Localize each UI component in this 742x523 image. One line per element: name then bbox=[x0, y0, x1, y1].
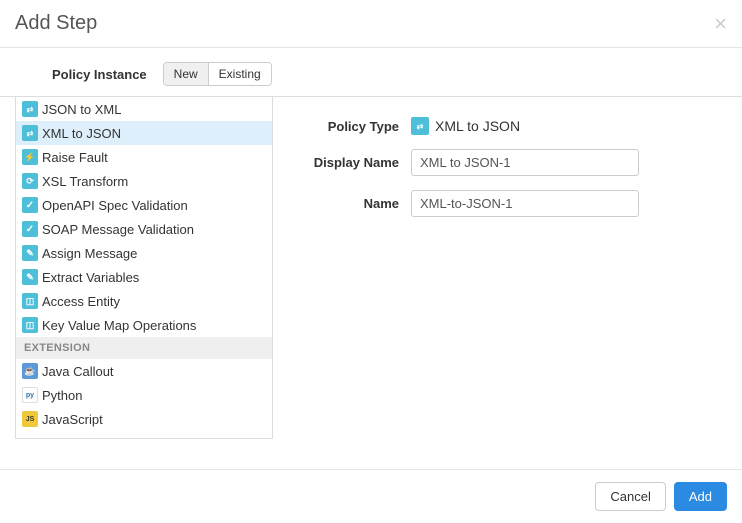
policy-item[interactable]: Raise Fault bbox=[16, 145, 272, 169]
check-icon bbox=[22, 197, 38, 213]
js-icon bbox=[22, 411, 38, 427]
swap-icon bbox=[22, 101, 38, 117]
policy-item-label: JSON to XML bbox=[42, 102, 121, 117]
policy-item[interactable]: JSON to XML bbox=[16, 97, 272, 121]
name-input[interactable] bbox=[411, 190, 639, 217]
policy-item-label: XSL Transform bbox=[42, 174, 128, 189]
close-icon[interactable]: × bbox=[714, 13, 727, 35]
policy-item-label: OpenAPI Spec Validation bbox=[42, 198, 188, 213]
policy-item[interactable]: JavaScript bbox=[16, 407, 272, 431]
policy-item[interactable]: Java Callout bbox=[16, 359, 272, 383]
modal-title: Add Step bbox=[15, 12, 97, 35]
policy-item[interactable]: XSL Transform bbox=[16, 169, 272, 193]
policy-item-label: XML to JSON bbox=[42, 126, 121, 141]
tab-existing[interactable]: Existing bbox=[208, 63, 271, 85]
policy-item[interactable]: Extract Variables bbox=[16, 265, 272, 289]
label-name: Name bbox=[303, 196, 411, 211]
edit-icon bbox=[22, 269, 38, 285]
policy-item-label: Key Value Map Operations bbox=[42, 318, 196, 333]
value-policy-type: XML to JSON bbox=[411, 117, 520, 135]
policy-item-label: Assign Message bbox=[42, 246, 137, 261]
add-button[interactable]: Add bbox=[674, 482, 727, 511]
db-icon bbox=[22, 317, 38, 333]
content-area: JSON to XML XML to JSON Raise Fault XSL Tra… bbox=[0, 96, 742, 469]
swap-icon bbox=[22, 125, 38, 141]
policy-item[interactable]: Key Value Map Operations bbox=[16, 313, 272, 337]
policy-item-label: Access Entity bbox=[42, 294, 120, 309]
edit-icon bbox=[22, 245, 38, 261]
policy-item[interactable]: OpenAPI Spec Validation bbox=[16, 193, 272, 217]
policy-detail: Policy Type XML to JSON Display Name Nam… bbox=[273, 97, 727, 469]
display-name-input[interactable] bbox=[411, 149, 639, 176]
policy-item-label: Java Callout bbox=[42, 364, 114, 379]
modal-header: Add Step × bbox=[0, 0, 742, 48]
row-name: Name bbox=[303, 190, 697, 217]
policy-type-text: XML to JSON bbox=[435, 118, 520, 134]
policy-instance-row: Policy Instance New Existing bbox=[0, 48, 742, 96]
policy-item[interactable]: Assign Message bbox=[16, 241, 272, 265]
policy-list[interactable]: JSON to XML XML to JSON Raise Fault XSL Tra… bbox=[15, 97, 273, 439]
extension-header: EXTENSION bbox=[16, 337, 272, 359]
row-display-name: Display Name bbox=[303, 149, 697, 176]
xml-to-json-icon bbox=[411, 117, 429, 135]
policy-item[interactable]: Python bbox=[16, 383, 272, 407]
label-display-name: Display Name bbox=[303, 155, 411, 170]
check-icon bbox=[22, 221, 38, 237]
warn-icon bbox=[22, 149, 38, 165]
instance-segmented: New Existing bbox=[163, 62, 272, 86]
modal-footer: Cancel Add bbox=[0, 469, 742, 523]
label-policy-type: Policy Type bbox=[303, 119, 411, 134]
row-policy-type: Policy Type XML to JSON bbox=[303, 117, 697, 135]
policy-instance-label: Policy Instance bbox=[52, 67, 147, 82]
add-step-modal: Add Step × Policy Instance New Existing … bbox=[0, 0, 742, 523]
cancel-button[interactable]: Cancel bbox=[595, 482, 665, 511]
policy-item[interactable]: SOAP Message Validation bbox=[16, 217, 272, 241]
java-icon bbox=[22, 363, 38, 379]
policy-item-label: JavaScript bbox=[42, 412, 103, 427]
policy-item-label: SOAP Message Validation bbox=[42, 222, 194, 237]
policy-item-label: Extract Variables bbox=[42, 270, 139, 285]
policy-item[interactable]: Access Entity bbox=[16, 289, 272, 313]
db-icon bbox=[22, 293, 38, 309]
tab-new[interactable]: New bbox=[164, 63, 208, 85]
policy-item-label: Raise Fault bbox=[42, 150, 108, 165]
policy-item-label: Python bbox=[42, 388, 82, 403]
policy-item[interactable]: XML to JSON bbox=[16, 121, 272, 145]
gear-icon bbox=[22, 173, 38, 189]
py-icon bbox=[22, 387, 38, 403]
